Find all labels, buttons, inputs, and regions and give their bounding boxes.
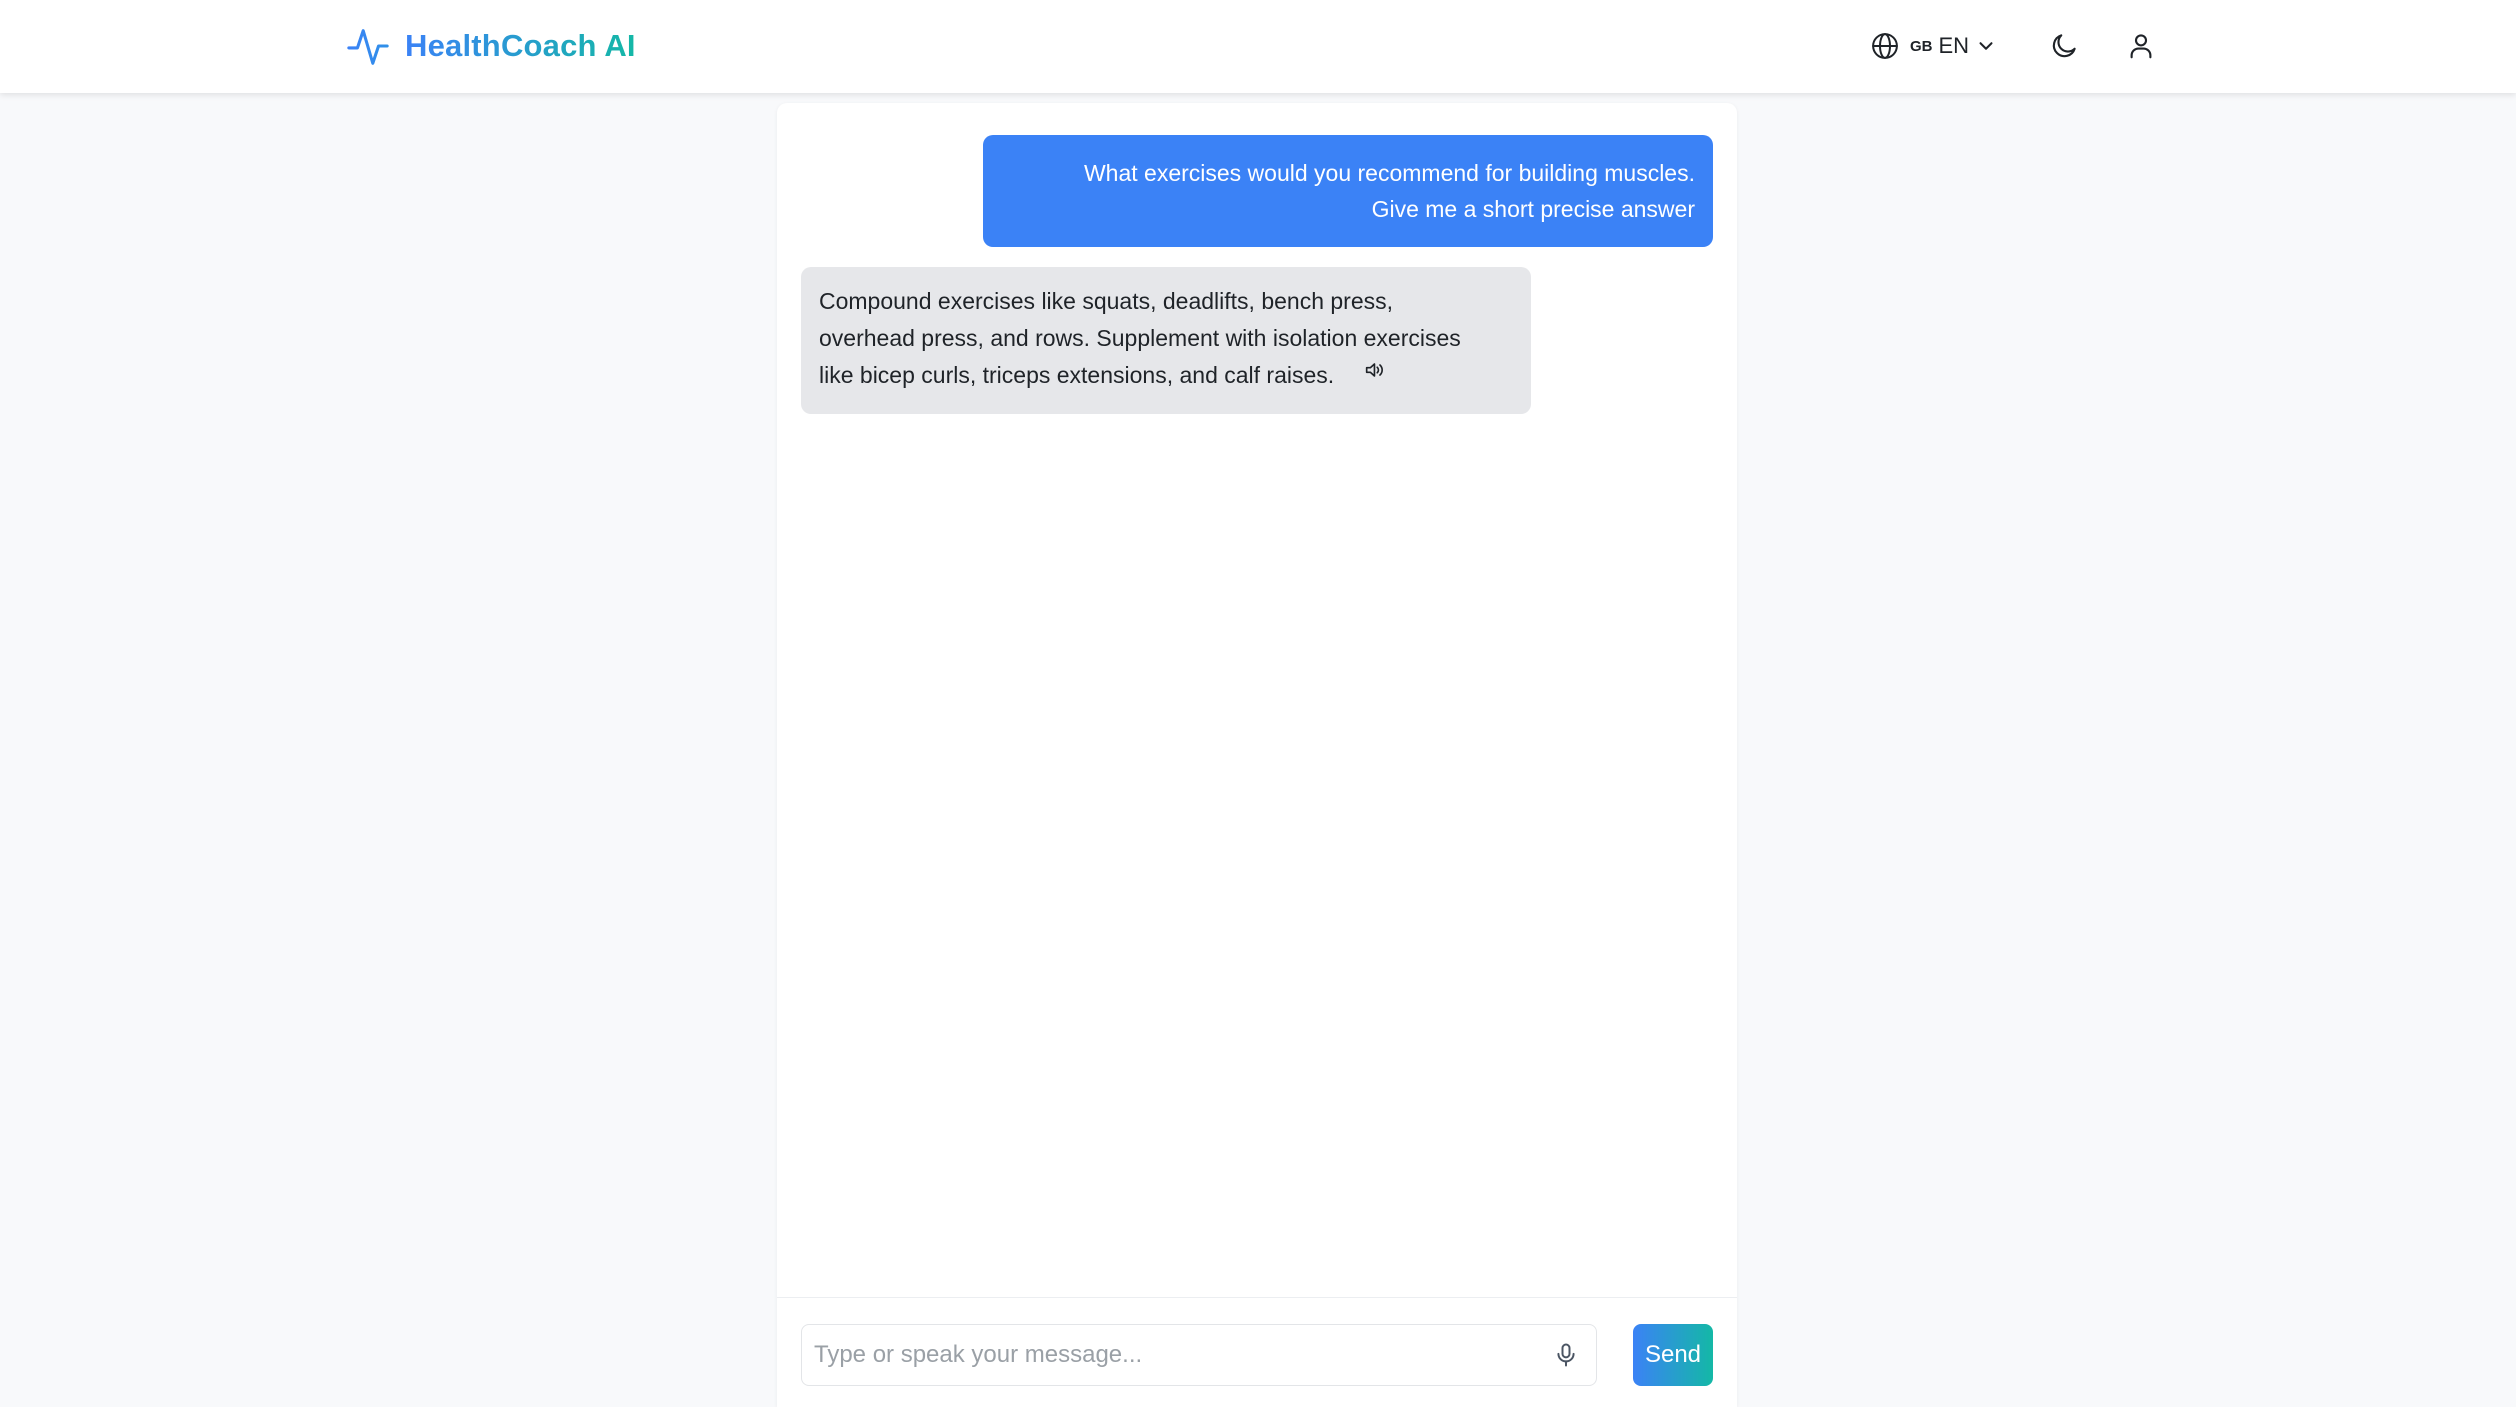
send-button[interactable]: Send [1633, 1324, 1713, 1386]
message-input-container [801, 1324, 1597, 1386]
chevron-down-icon [1979, 42, 1993, 50]
user-profile-button[interactable] [2121, 26, 2161, 66]
user-message-line: What exercises would you recommend for b… [1083, 160, 1695, 186]
assistant-message: Compound exercises like squats, deadlift… [801, 267, 1531, 414]
message-composer: Send [777, 1297, 1737, 1407]
activity-pulse-icon [347, 29, 389, 65]
assistant-message-line: like bicep curls, triceps extensions, an… [819, 362, 1335, 388]
language-code: EN [1938, 33, 1970, 58]
user-message-line: Give me a short precise answer [1371, 196, 1695, 222]
assistant-message-line: overhead press, and rows. Supplement wit… [819, 325, 1461, 351]
brand-logo[interactable]: HealthCoach AI [345, 22, 636, 70]
top-navigation-bar: HealthCoach AI GB EN [0, 0, 2516, 93]
globe-icon [1872, 33, 1898, 59]
speaker-icon [1365, 363, 1383, 377]
user-message: What exercises would you recommend for b… [983, 135, 1713, 247]
voice-input-button[interactable] [1550, 1339, 1582, 1371]
brand-name: HealthCoach AI [405, 28, 636, 63]
language-flag: GB [1910, 37, 1933, 55]
assistant-message-line: Compound exercises like squats, deadlift… [819, 288, 1394, 314]
user-icon [2130, 34, 2152, 59]
chat-panel: What exercises would you recommend for b… [777, 103, 1737, 1407]
theme-toggle-button[interactable] [2044, 26, 2084, 66]
microphone-icon [1557, 1343, 1575, 1367]
message-input[interactable] [802, 1325, 1542, 1385]
read-aloud-button[interactable] [1363, 359, 1385, 381]
moon-icon [2052, 34, 2076, 58]
language-selector[interactable]: GB EN [1870, 27, 1997, 65]
